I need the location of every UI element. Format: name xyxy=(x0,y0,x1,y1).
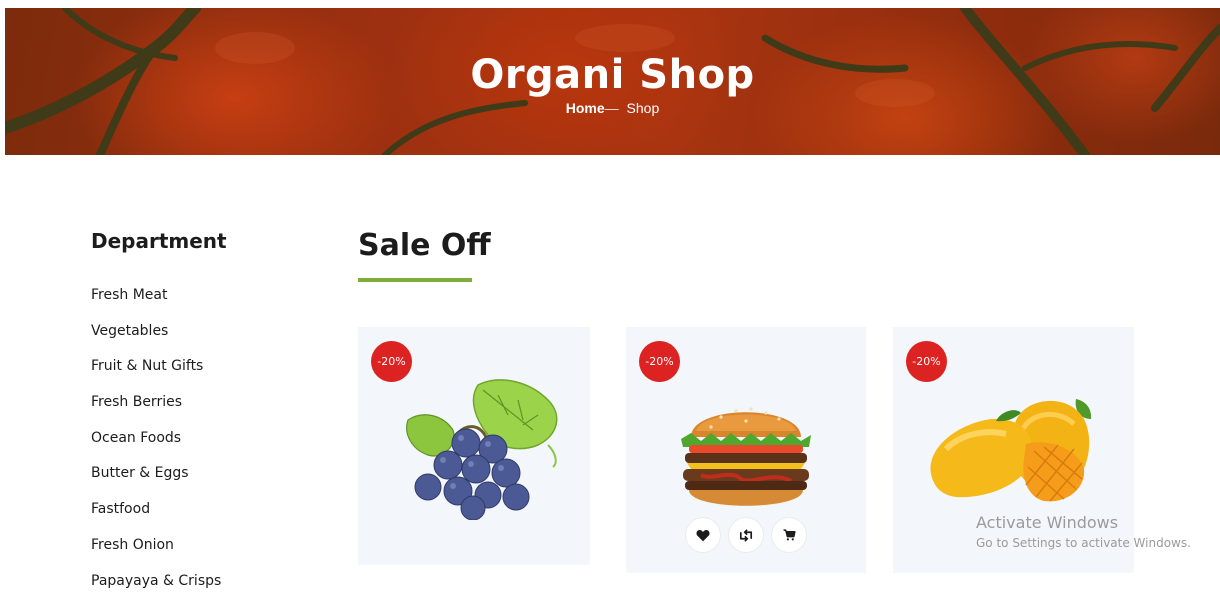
department-item[interactable]: Papayaya & Crisps xyxy=(91,573,221,608)
department-list: Fresh Meat Vegetables Fruit & Nut Gifts … xyxy=(91,287,221,608)
cart-icon xyxy=(783,529,796,541)
department-item[interactable]: Fresh Onion xyxy=(91,537,221,573)
page-title: Organi Shop xyxy=(5,52,1220,98)
watermark-line-1: Activate Windows xyxy=(976,513,1191,532)
department-item[interactable]: Ocean Foods xyxy=(91,430,221,466)
department-item[interactable]: Fresh Meat xyxy=(91,287,221,323)
grapes-image xyxy=(398,375,568,520)
heart-icon xyxy=(696,529,710,542)
breadcrumb-current: Shop xyxy=(627,100,660,116)
department-item[interactable]: Fruit & Nut Gifts xyxy=(91,358,221,394)
burger-image xyxy=(671,389,821,514)
breadcrumb-separator: — xyxy=(605,100,619,116)
retweet-icon xyxy=(738,529,754,542)
department-item[interactable]: Fastfood xyxy=(91,501,221,537)
breadcrumb-home-link[interactable]: Home xyxy=(566,100,605,116)
department-title: Department xyxy=(91,229,227,253)
product-card[interactable]: -20% xyxy=(626,327,866,573)
hero-banner: Organi Shop Home— Shop xyxy=(5,8,1220,155)
discount-badge: -20% xyxy=(906,341,947,382)
wishlist-button[interactable] xyxy=(686,518,720,552)
windows-activation-watermark: Activate Windows Go to Settings to activ… xyxy=(976,513,1191,550)
department-item[interactable]: Butter & Eggs xyxy=(91,465,221,501)
compare-button[interactable] xyxy=(729,518,763,552)
section-title: Sale Off xyxy=(358,228,491,263)
mango-image xyxy=(926,389,1101,511)
product-card[interactable]: -20% xyxy=(358,327,590,565)
department-item[interactable]: Vegetables xyxy=(91,323,221,359)
section-title-underline xyxy=(358,278,472,282)
breadcrumb: Home— Shop xyxy=(5,100,1220,116)
watermark-line-2: Go to Settings to activate Windows. xyxy=(976,536,1191,550)
product-actions xyxy=(626,518,866,552)
department-item[interactable]: Fresh Berries xyxy=(91,394,221,430)
add-to-cart-button[interactable] xyxy=(772,518,806,552)
discount-badge: -20% xyxy=(639,341,680,382)
